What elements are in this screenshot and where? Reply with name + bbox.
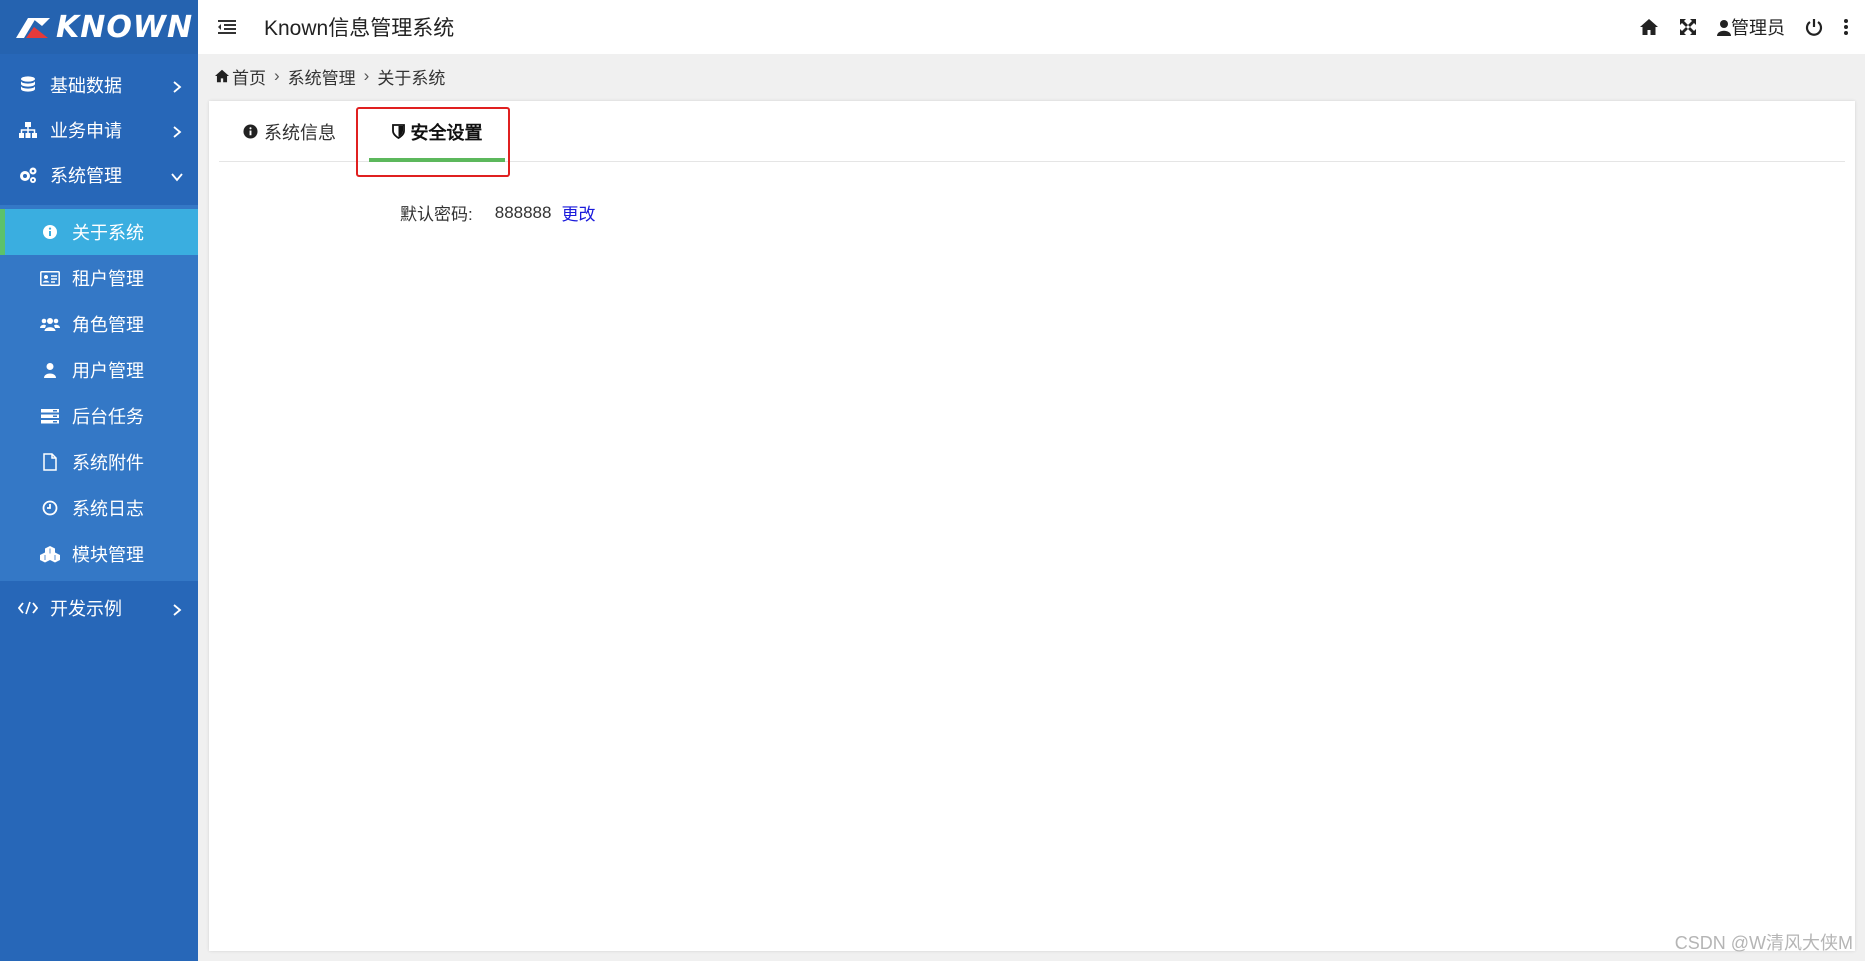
gears-icon bbox=[18, 165, 38, 185]
sidebar-item-system-logs[interactable]: 系统日志 bbox=[0, 485, 198, 531]
sidebar-item-label: 开发示例 bbox=[50, 598, 122, 619]
info-circle-icon bbox=[243, 124, 258, 139]
id-card-icon bbox=[40, 268, 60, 288]
breadcrumb-separator-icon: › bbox=[274, 66, 280, 85]
sidebar-item-background-tasks[interactable]: 后台任务 bbox=[0, 393, 198, 439]
code-icon bbox=[18, 598, 38, 618]
sidebar-item-label: 基础数据 bbox=[50, 75, 122, 96]
breadcrumb-separator-icon: › bbox=[363, 66, 370, 85]
logo-mark-icon bbox=[14, 14, 52, 40]
default-password-value: 888888 bbox=[494, 202, 552, 222]
sidebar-item-basic-data[interactable]: 基础数据 bbox=[0, 62, 198, 107]
sidebar-item-label: 系统日志 bbox=[72, 499, 144, 519]
breadcrumb-current: 关于系统 bbox=[377, 68, 446, 88]
top-header: Known信息管理系统 管理员 bbox=[198, 0, 1865, 54]
sidebar-item-label: 用户管理 bbox=[72, 361, 144, 381]
tab-label: 系统信息 bbox=[264, 122, 336, 143]
sidebar-item-label: 业务申请 bbox=[50, 120, 122, 141]
default-password-row: 默认密码: 888888 更改 bbox=[400, 200, 595, 225]
fullscreen-icon[interactable] bbox=[1679, 18, 1697, 36]
cubes-icon bbox=[40, 544, 60, 564]
user-icon bbox=[40, 360, 60, 380]
info-circle-icon bbox=[40, 222, 60, 242]
chevron-right-icon bbox=[170, 123, 184, 138]
sidebar-item-dev-examples[interactable]: 开发示例 bbox=[0, 585, 198, 630]
sidebar-item-system-management[interactable]: 系统管理 bbox=[0, 152, 198, 197]
sidebar-item-about-system[interactable]: 关于系统 bbox=[0, 209, 198, 255]
sidebar-nav-lower: 开发示例 bbox=[0, 585, 198, 630]
users-icon bbox=[40, 314, 60, 334]
watermark: CSDN @W清风大侠M bbox=[1674, 933, 1853, 953]
system-submenu: 关于系统 租户管理 角色管理 用户管理 后台任务 系统附件 系统日志 模块管理 bbox=[0, 205, 198, 581]
change-password-link[interactable]: 更改 bbox=[561, 200, 595, 225]
chevron-right-icon bbox=[170, 601, 184, 616]
user-name: 管理员 bbox=[1731, 18, 1785, 38]
app-title: Known信息管理系统 bbox=[264, 17, 455, 40]
sidebar-item-business[interactable]: 业务申请 bbox=[0, 107, 198, 152]
sidebar-item-role-management[interactable]: 角色管理 bbox=[0, 301, 198, 347]
sidebar-item-module-management[interactable]: 模块管理 bbox=[0, 531, 198, 577]
sidebar-item-label: 租户管理 bbox=[72, 269, 144, 289]
sidebar-item-label: 模块管理 bbox=[72, 545, 144, 565]
highlight-annotation bbox=[356, 107, 510, 177]
content-card: 系统信息 安全设置 bbox=[209, 101, 1855, 951]
home-icon bbox=[214, 69, 230, 83]
logo-text: KNOWN bbox=[56, 9, 194, 45]
sidebar-item-label: 系统附件 bbox=[72, 453, 144, 473]
user-icon bbox=[1717, 19, 1731, 36]
menu-toggle-icon[interactable] bbox=[216, 16, 238, 38]
sidebar-nav: 基础数据 业务申请 系统管理 bbox=[0, 62, 198, 197]
file-icon bbox=[40, 452, 60, 472]
sidebar-item-label: 后台任务 bbox=[72, 407, 144, 427]
sidebar-item-label: 系统管理 bbox=[50, 165, 122, 186]
brand-logo[interactable]: KNOWN bbox=[0, 0, 198, 54]
chevron-down-icon bbox=[170, 168, 184, 182]
sidebar: KNOWN 基础数据 业务申请 系统管理 关于系统 租户管理 角色管理 用户管理… bbox=[0, 0, 198, 961]
breadcrumb-home[interactable]: 首页 bbox=[232, 64, 266, 89]
tasks-icon bbox=[40, 406, 60, 426]
more-vertical-icon[interactable] bbox=[1843, 18, 1849, 36]
home-icon[interactable] bbox=[1639, 18, 1659, 36]
power-icon[interactable] bbox=[1805, 18, 1823, 36]
sidebar-item-user-management[interactable]: 用户管理 bbox=[0, 347, 198, 393]
sidebar-item-tenant-management[interactable]: 租户管理 bbox=[0, 255, 198, 301]
breadcrumb: 首页 › 系统管理 › 关于系统 bbox=[214, 64, 445, 88]
user-menu[interactable]: 管理员 bbox=[1717, 14, 1785, 40]
default-password-label: 默认密码: bbox=[400, 205, 473, 224]
sidebar-item-system-attachments[interactable]: 系统附件 bbox=[0, 439, 198, 485]
sidebar-item-label: 角色管理 bbox=[72, 315, 144, 335]
sidebar-item-label: 关于系统 bbox=[72, 223, 144, 243]
sitemap-icon bbox=[18, 120, 38, 140]
header-actions: 管理员 bbox=[1639, 0, 1849, 54]
breadcrumb-section[interactable]: 系统管理 bbox=[288, 64, 356, 89]
database-icon bbox=[18, 75, 38, 95]
tab-system-info[interactable]: 系统信息 bbox=[243, 101, 336, 162]
clock-icon bbox=[40, 498, 60, 518]
chevron-right-icon bbox=[170, 78, 184, 93]
